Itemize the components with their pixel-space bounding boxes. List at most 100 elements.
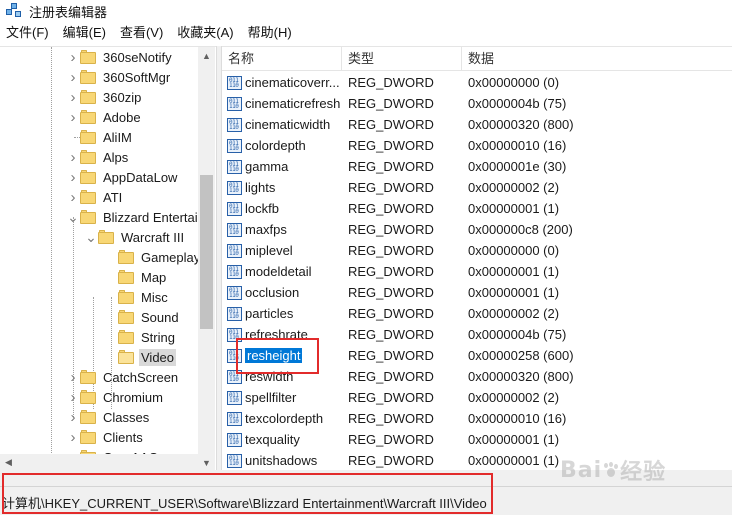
chevron-down-icon[interactable]: ⌄	[66, 207, 80, 227]
tree-item[interactable]: › Clients	[66, 427, 145, 447]
tree-item[interactable]: Misc	[104, 287, 170, 307]
table-row[interactable]: 011 110 texcolordepth REG_DWORD 0x00000010 (…	[222, 408, 732, 429]
table-row[interactable]: 011 110 texquality REG_DWORD 0x00000001 (1)	[222, 429, 732, 450]
table-row[interactable]: 011 110 particles REG_DWORD 0x00000002 (2)	[222, 303, 732, 324]
tree-horizontal-scrollbar[interactable]: ◀	[0, 454, 198, 470]
value-data: 0x00000001 (1)	[468, 453, 560, 468]
value-data: 0x00000001 (1)	[468, 264, 560, 279]
value-type: REG_DWORD	[348, 390, 434, 405]
scroll-down-icon[interactable]: ▼	[198, 454, 215, 470]
value-name-cell: maxfps	[245, 222, 357, 237]
chevron-right-icon[interactable]: ›	[66, 367, 80, 387]
folder-icon	[80, 409, 96, 424]
value-name-cell: spellfilter	[245, 390, 357, 405]
table-row[interactable]: 011 110 colordepth REG_DWORD 0x00000010 (16)	[222, 135, 732, 156]
chevron-right-icon[interactable]: ›	[66, 187, 80, 207]
value-data: 0x00000320 (800)	[468, 369, 574, 384]
value-type: REG_DWORD	[348, 75, 434, 90]
scroll-thumb[interactable]	[200, 175, 213, 329]
table-row[interactable]: 011 110 lockfb REG_DWORD 0x00000001 (1)	[222, 198, 732, 219]
table-row[interactable]: 011 110 spellfilter REG_DWORD 0x00000002 (2)	[222, 387, 732, 408]
value-data: 0x0000004b (75)	[468, 327, 567, 342]
tree-item-label: Video	[139, 348, 177, 366]
tree-item[interactable]: Gameplay	[104, 247, 202, 267]
tree-item[interactable]: › Classes	[66, 407, 151, 427]
reg-dword-icon: 011 110	[227, 411, 242, 426]
reg-dword-icon: 011 110	[227, 96, 242, 111]
tree-vertical-scrollbar[interactable]: ▲ ▼	[198, 47, 215, 470]
tree-item[interactable]: Map	[104, 267, 168, 287]
column-header-name[interactable]: 名称	[222, 47, 342, 71]
scroll-left-icon[interactable]: ◀	[0, 454, 17, 470]
table-row[interactable]: 011 110 occlusion REG_DWORD 0x00000001 (1)	[222, 282, 732, 303]
value-list[interactable]: 名称 类型 数据 011 110 cinematicoverr... REG_DWOR…	[222, 46, 732, 470]
value-name: texquality	[245, 432, 300, 447]
tree-item[interactable]: › Alps	[66, 147, 130, 167]
folder-icon	[118, 269, 134, 284]
table-row[interactable]: 011 110 maxfps REG_DWORD 0x000000c8 (200)	[222, 219, 732, 240]
folder-icon	[118, 329, 134, 344]
reg-dword-icon: 011 110	[227, 243, 242, 258]
column-header-type[interactable]: 类型	[342, 47, 462, 71]
window-title: 注册表编辑器	[29, 4, 108, 20]
table-row[interactable]: 011 110 lights REG_DWORD 0x00000002 (2)	[222, 177, 732, 198]
table-row[interactable]: 011 110 modeldetail REG_DWORD 0x00000001 (1)	[222, 261, 732, 282]
value-type: REG_DWORD	[348, 243, 434, 258]
chevron-down-icon[interactable]: ⌄	[84, 227, 98, 247]
value-name-cell: gamma	[245, 159, 357, 174]
tree-item[interactable]: String	[104, 327, 177, 347]
chevron-right-icon[interactable]: ›	[66, 107, 80, 127]
watermark-text-b: 经验	[620, 460, 667, 485]
tree-item[interactable]: › ATI	[66, 187, 124, 207]
menu-help[interactable]: 帮助(H)	[241, 22, 299, 44]
menu-favorites[interactable]: 收藏夹(A)	[170, 22, 240, 44]
tree-item-label: Sound	[141, 309, 179, 325]
chevron-right-icon[interactable]: ›	[66, 47, 80, 67]
menu-view[interactable]: 查看(V)	[113, 22, 170, 44]
tree-item[interactable]: ⌄ Warcraft III	[84, 227, 186, 247]
chevron-right-icon[interactable]: ›	[66, 167, 80, 187]
chevron-right-icon[interactable]: ›	[66, 147, 80, 167]
key-tree[interactable]: › 360seNotify › 360SoftMgr › 360zip › Adobe AliI…	[0, 46, 216, 470]
value-type: REG_DWORD	[348, 411, 434, 426]
tree-item[interactable]: › AppDataLow	[66, 167, 179, 187]
tree-item[interactable]: › CatchScreen	[66, 367, 180, 387]
tree-item[interactable]: › 360seNotify	[66, 47, 174, 67]
value-type: REG_DWORD	[348, 222, 434, 237]
column-header-data[interactable]: 数据	[462, 47, 732, 71]
table-row[interactable]: 011 110 cinematicrefresh REG_DWORD 0x0000004…	[222, 93, 732, 114]
menu-file[interactable]: 文件(F)	[0, 22, 56, 44]
tree-item[interactable]: Video	[104, 347, 177, 367]
value-type: REG_DWORD	[348, 348, 434, 363]
scroll-up-icon[interactable]: ▲	[198, 47, 215, 64]
title-bar: 注册表编辑器	[0, 0, 732, 22]
menu-edit[interactable]: 编辑(E)	[56, 22, 113, 44]
table-row[interactable]: 011 110 gamma REG_DWORD 0x0000001e (30)	[222, 156, 732, 177]
chevron-right-icon[interactable]: ›	[66, 87, 80, 107]
tree-item[interactable]: Sound	[104, 307, 181, 327]
tree-item-label: Clients	[103, 429, 143, 445]
table-row[interactable]: 011 110 miplevel REG_DWORD 0x00000000 (0)	[222, 240, 732, 261]
chevron-right-icon[interactable]: ›	[66, 427, 80, 447]
chevron-right-icon[interactable]: ›	[66, 387, 80, 407]
tree-item[interactable]: AliIM	[66, 127, 134, 147]
reg-dword-icon: 011 110	[227, 285, 242, 300]
baidu-watermark-logo: Bai 经验	[560, 450, 720, 490]
table-row[interactable]: 011 110 cinematicoverr... REG_DWORD 0x000000…	[222, 72, 732, 93]
folder-icon	[80, 89, 96, 104]
value-name-cell: cinematicwidth	[245, 117, 357, 132]
table-row[interactable]: 011 110 cinematicwidth REG_DWORD 0x00000320 …	[222, 114, 732, 135]
tree-item[interactable]: › 360zip	[66, 87, 143, 107]
tree-item[interactable]: › Adobe	[66, 107, 143, 127]
tree-item-label: AliIM	[103, 129, 132, 145]
tree-item[interactable]: › 360SoftMgr	[66, 67, 172, 87]
folder-icon	[80, 69, 96, 84]
value-name: cinematicoverr...	[245, 75, 340, 90]
tree-item[interactable]: › Chromium	[66, 387, 165, 407]
tree-item[interactable]: ⌄ Blizzard Entertai	[66, 207, 200, 227]
chevron-right-icon[interactable]: ›	[66, 407, 80, 427]
value-name-cell: miplevel	[245, 243, 357, 258]
chevron-right-icon[interactable]: ›	[66, 67, 80, 87]
